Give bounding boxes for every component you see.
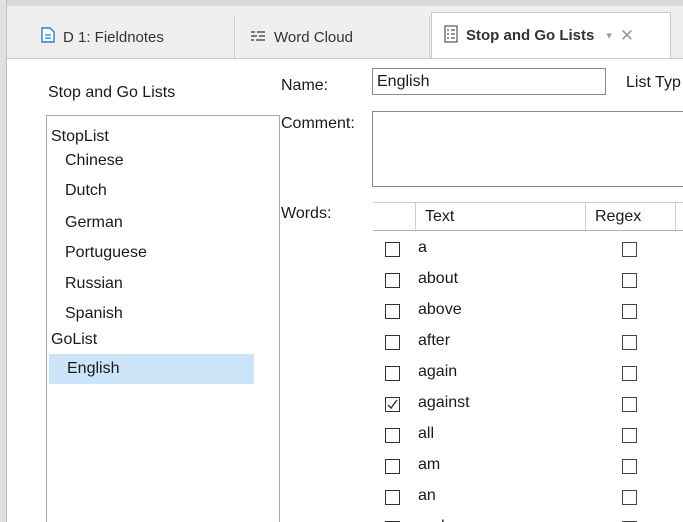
column-separator: [585, 203, 586, 232]
table-row[interactable]: again: [373, 358, 683, 389]
tab-word-cloud[interactable]: Word Cloud: [236, 16, 430, 58]
word-checkbox[interactable]: [385, 273, 400, 288]
word-text: above: [418, 301, 462, 318]
word-text: a: [418, 239, 427, 256]
column-separator: [675, 203, 676, 232]
regex-checkbox[interactable]: [622, 397, 637, 412]
tree-item-chinese[interactable]: Chinese: [47, 146, 279, 176]
tab-label: Word Cloud: [274, 28, 353, 46]
table-row[interactable]: an: [373, 482, 683, 513]
tree-item-russian[interactable]: Russian: [47, 269, 279, 299]
list-icon: [444, 24, 458, 47]
regex-checkbox[interactable]: [622, 428, 637, 443]
panel-title: Stop and Go Lists: [48, 84, 176, 101]
tree-item-english[interactable]: English: [49, 354, 254, 384]
tab-label: D 1: Fieldnotes: [63, 28, 164, 46]
word-checkbox[interactable]: [385, 304, 400, 319]
table-row[interactable]: a: [373, 234, 683, 265]
table-row[interactable]: about: [373, 265, 683, 296]
words-table[interactable]: Text Regex a about above after again aga…: [373, 202, 683, 522]
word-checkbox[interactable]: [385, 459, 400, 474]
tree-item-german[interactable]: German: [47, 208, 279, 238]
word-text: all: [418, 425, 435, 442]
regex-checkbox[interactable]: [622, 335, 637, 350]
word-text: and: [418, 518, 445, 522]
tab-fieldnotes[interactable]: D 1: Fieldnotes: [31, 16, 235, 58]
word-checkbox[interactable]: [385, 335, 400, 350]
table-row[interactable]: after: [373, 327, 683, 358]
column-header-text[interactable]: Text: [425, 208, 454, 226]
tree-item-dutch[interactable]: Dutch: [47, 176, 279, 206]
word-text: again: [418, 363, 458, 380]
close-icon[interactable]: ✕: [620, 26, 634, 46]
regex-checkbox[interactable]: [622, 366, 637, 381]
tree-item-portuguese[interactable]: Portuguese: [47, 238, 279, 268]
document-icon: [41, 27, 55, 47]
word-text: an: [418, 487, 436, 504]
word-checkbox[interactable]: [385, 490, 400, 505]
column-separator: [415, 203, 416, 232]
word-text: am: [418, 456, 441, 473]
word-checkbox[interactable]: [385, 366, 400, 381]
table-row[interactable]: am: [373, 451, 683, 482]
regex-checkbox[interactable]: [622, 304, 637, 319]
word-checkbox[interactable]: [385, 428, 400, 443]
table-row[interactable]: against: [373, 389, 683, 420]
word-text: against: [418, 394, 470, 411]
check-icon: [387, 399, 398, 410]
comment-label: Comment:: [281, 115, 355, 132]
list-type-label: List Typ: [626, 74, 681, 91]
word-text: about: [418, 270, 459, 287]
table-header: Text Regex: [373, 202, 683, 232]
words-label: Words:: [281, 205, 332, 222]
word-checkbox[interactable]: [385, 242, 400, 257]
regex-checkbox[interactable]: [622, 273, 637, 288]
name-input[interactable]: English: [372, 68, 606, 95]
table-row[interactable]: above: [373, 296, 683, 327]
table-row[interactable]: all: [373, 420, 683, 451]
name-label: Name:: [281, 77, 329, 94]
word-checkbox-checked[interactable]: [385, 397, 400, 412]
column-header-regex[interactable]: Regex: [595, 208, 641, 226]
regex-checkbox[interactable]: [622, 490, 637, 505]
tab-label: Stop and Go Lists: [466, 27, 595, 44]
regex-checkbox[interactable]: [622, 242, 637, 257]
tab-bar: D 1: Fieldnotes Word Cloud Stop and Go L…: [7, 6, 683, 59]
stop-go-tree[interactable]: StopList Chinese Dutch German Portuguese…: [46, 115, 280, 522]
regex-checkbox[interactable]: [622, 459, 637, 474]
word-cloud-icon: [250, 29, 266, 46]
tree-item-golist[interactable]: GoList: [47, 325, 279, 355]
comment-field[interactable]: [372, 111, 683, 187]
word-text: after: [418, 332, 451, 349]
window-frame-left: [0, 0, 7, 522]
table-row[interactable]: and: [373, 513, 683, 522]
chevron-down-icon[interactable]: ▾: [606, 29, 612, 42]
tab-stop-and-go-lists[interactable]: Stop and Go Lists ▾ ✕: [431, 12, 671, 58]
